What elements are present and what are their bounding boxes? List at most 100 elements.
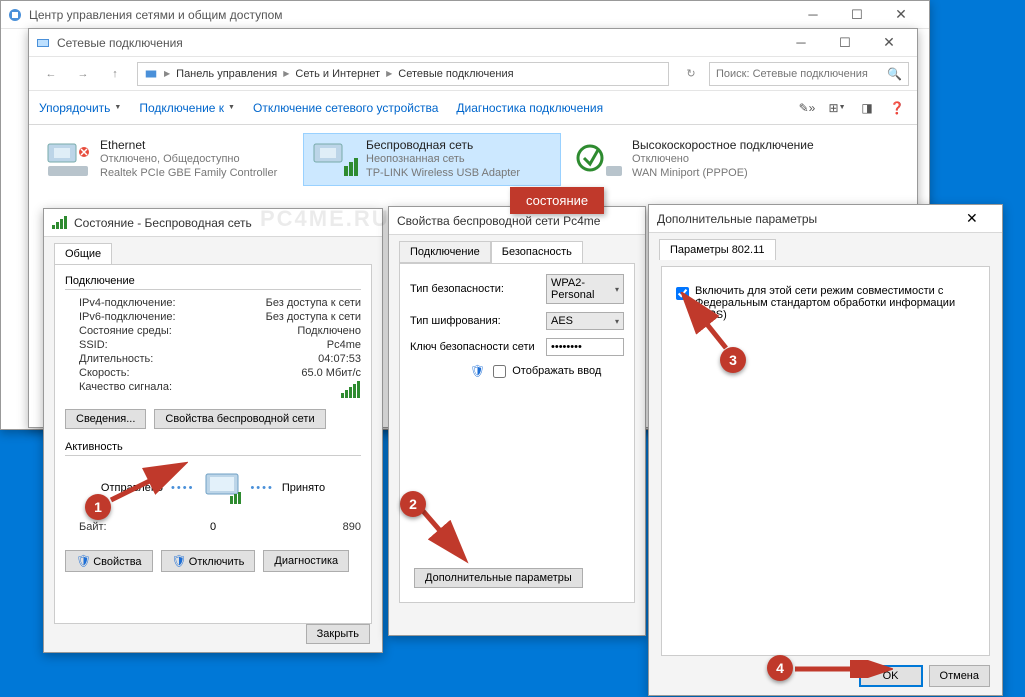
tab-connection[interactable]: Подключение: [399, 241, 491, 263]
connect-to-menu[interactable]: Подключение к ▼: [139, 101, 235, 115]
maximize-button[interactable]: ☐: [823, 31, 867, 55]
search-icon: 🔍: [887, 67, 902, 81]
disable-button[interactable]: 🛡Отключить: [161, 550, 256, 572]
connection-item-wireless[interactable]: Беспроводная сеть Неопознанная сеть TP-L…: [303, 133, 561, 186]
minimize-button[interactable]: ─: [791, 3, 835, 27]
minimize-button[interactable]: ─: [779, 31, 823, 55]
watermark: PC4ME.RU: [260, 206, 390, 232]
arrow-2: [420, 508, 470, 564]
close-dialog-button[interactable]: Закрыть: [306, 624, 370, 644]
callout-label: состояние: [510, 187, 604, 214]
crumb[interactable]: Сетевые подключения: [398, 68, 513, 80]
show-chars-checkbox[interactable]: [493, 365, 506, 378]
shield-icon: 🛡: [470, 364, 485, 378]
cancel-button[interactable]: Отмена: [929, 665, 990, 687]
netcenter-title: Центр управления сетями и общим доступом: [29, 8, 791, 22]
connections-area: Ethernet Отключено, Общедоступно Realtek…: [29, 125, 917, 194]
dialog-title: Свойства беспроводной сети Pc4me: [397, 214, 600, 228]
marker-1: 1: [85, 494, 111, 520]
properties-button[interactable]: 🛡Свойства: [65, 550, 153, 572]
diagnose-button[interactable]: Диагностика: [263, 550, 349, 572]
conn-device: Realtek PCIe GBE Family Controller: [100, 166, 277, 180]
shield-icon: 🛡: [172, 554, 187, 568]
advanced-dialog: Дополнительные параметры ✕ Параметры 802…: [648, 204, 1003, 696]
search-box[interactable]: 🔍: [709, 62, 909, 86]
tab-strip: Подключение Безопасность: [389, 235, 645, 263]
show-chars-label: Отображать ввод: [512, 365, 601, 377]
title-bar: Сетевые подключения ─ ☐ ✕: [29, 29, 917, 57]
nav-bar: ← → ↑ ▶ Панель управления ▶ Сеть и Интер…: [29, 57, 917, 91]
title-bar: Центр управления сетями и общим доступом…: [1, 1, 929, 29]
tab-strip: Общие: [44, 237, 382, 264]
details-button[interactable]: Сведения...: [65, 409, 146, 429]
close-button[interactable]: ✕: [879, 3, 923, 27]
conn-name: Высокоскоростное подключение: [632, 138, 814, 152]
crumb[interactable]: Панель управления: [176, 68, 277, 80]
tab-strip: Параметры 802.11: [649, 233, 1002, 260]
tab-panel: Подключение IPv4-подключение:Без доступа…: [54, 264, 372, 624]
connection-item-ethernet[interactable]: Ethernet Отключено, Общедоступно Realtek…: [37, 133, 295, 186]
signal-icon: [52, 216, 68, 229]
row-quality: Качество сигнала:: [65, 380, 361, 399]
crumb[interactable]: Сеть и Интернет: [295, 68, 380, 80]
wireless-properties-dialog: Свойства беспроводной сети Pc4me Подключ…: [388, 206, 646, 636]
connection-item-broadband[interactable]: Высокоскоростное подключение Отключено W…: [569, 133, 827, 186]
preview-pane-icon[interactable]: ◨: [857, 98, 877, 118]
toolbar: Упорядочить ▼ Подключение к ▼ Отключение…: [29, 91, 917, 125]
enc-row: Тип шифрования: AES▾: [410, 312, 624, 330]
group-connection: Подключение: [65, 275, 361, 287]
marker-3: 3: [720, 347, 746, 373]
divider: [65, 455, 361, 456]
broadband-icon: [576, 138, 624, 180]
netcenter-icon: [7, 7, 23, 23]
close-button[interactable]: ✕: [867, 31, 911, 55]
marker-2: 2: [400, 491, 426, 517]
title-bar: Дополнительные параметры ✕: [649, 205, 1002, 233]
dialog-title: Состояние - Беспроводная сеть: [74, 216, 252, 230]
conn-status: Отключено, Общедоступно: [100, 152, 277, 166]
help-icon[interactable]: ❓: [887, 98, 907, 118]
back-button[interactable]: ←: [37, 62, 65, 86]
key-input[interactable]: [546, 338, 624, 356]
signal-bars-icon: [341, 381, 361, 398]
row-ipv6: IPv6-подключение:Без доступа к сети: [65, 310, 361, 324]
divider: [65, 289, 361, 290]
tab-security[interactable]: Безопасность: [491, 241, 583, 263]
marker-4: 4: [767, 655, 793, 681]
close-button[interactable]: ✕: [966, 210, 994, 227]
folder-icon: [144, 67, 158, 81]
sec-type-combo[interactable]: WPA2-Personal▾: [546, 274, 624, 304]
up-button[interactable]: ↑: [101, 62, 129, 86]
rename-icon[interactable]: ✎»: [797, 98, 817, 118]
diagnose[interactable]: Диагностика подключения: [456, 101, 603, 115]
netconn-title: Сетевые подключения: [57, 36, 779, 50]
arrow-3: [680, 292, 732, 352]
maximize-button[interactable]: ☐: [835, 3, 879, 27]
search-input[interactable]: [716, 68, 887, 80]
key-row: Ключ безопасности сети: [410, 338, 624, 356]
enc-label: Тип шифрования:: [410, 315, 540, 327]
disable-device[interactable]: Отключение сетевого устройства: [253, 101, 438, 115]
view-options-icon[interactable]: ⊞ ▼: [827, 98, 847, 118]
status-dialog: Состояние - Беспроводная сеть Общие Подк…: [43, 208, 383, 653]
tab-80211[interactable]: Параметры 802.11: [659, 239, 776, 260]
refresh-button[interactable]: ↻: [677, 62, 705, 86]
sec-type-row: Тип безопасности: WPA2-Personal▾: [410, 274, 624, 304]
conn-status: Отключено: [632, 152, 814, 166]
show-chars-row: 🛡 Отображать ввод: [410, 364, 624, 378]
sec-type-label: Тип безопасности:: [410, 283, 540, 295]
enc-combo[interactable]: AES▾: [546, 312, 624, 330]
bytes-received: 890: [343, 521, 361, 533]
wireless-props-button[interactable]: Свойства беспроводной сети: [154, 409, 325, 429]
forward-button[interactable]: →: [69, 62, 97, 86]
conn-status: Неопознанная сеть: [366, 152, 520, 166]
conn-device: WAN Miniport (PPPOE): [632, 166, 814, 180]
row-bytes: Байт: 0 890: [65, 520, 361, 534]
organize-menu[interactable]: Упорядочить ▼: [39, 101, 121, 115]
pc-icon: [202, 472, 242, 504]
breadcrumb[interactable]: ▶ Панель управления ▶ Сеть и Интернет ▶ …: [137, 62, 669, 86]
group-activity: Активность: [65, 441, 361, 453]
netconn-icon: [35, 35, 51, 51]
tab-general[interactable]: Общие: [54, 243, 112, 264]
advanced-button[interactable]: Дополнительные параметры: [414, 568, 583, 588]
